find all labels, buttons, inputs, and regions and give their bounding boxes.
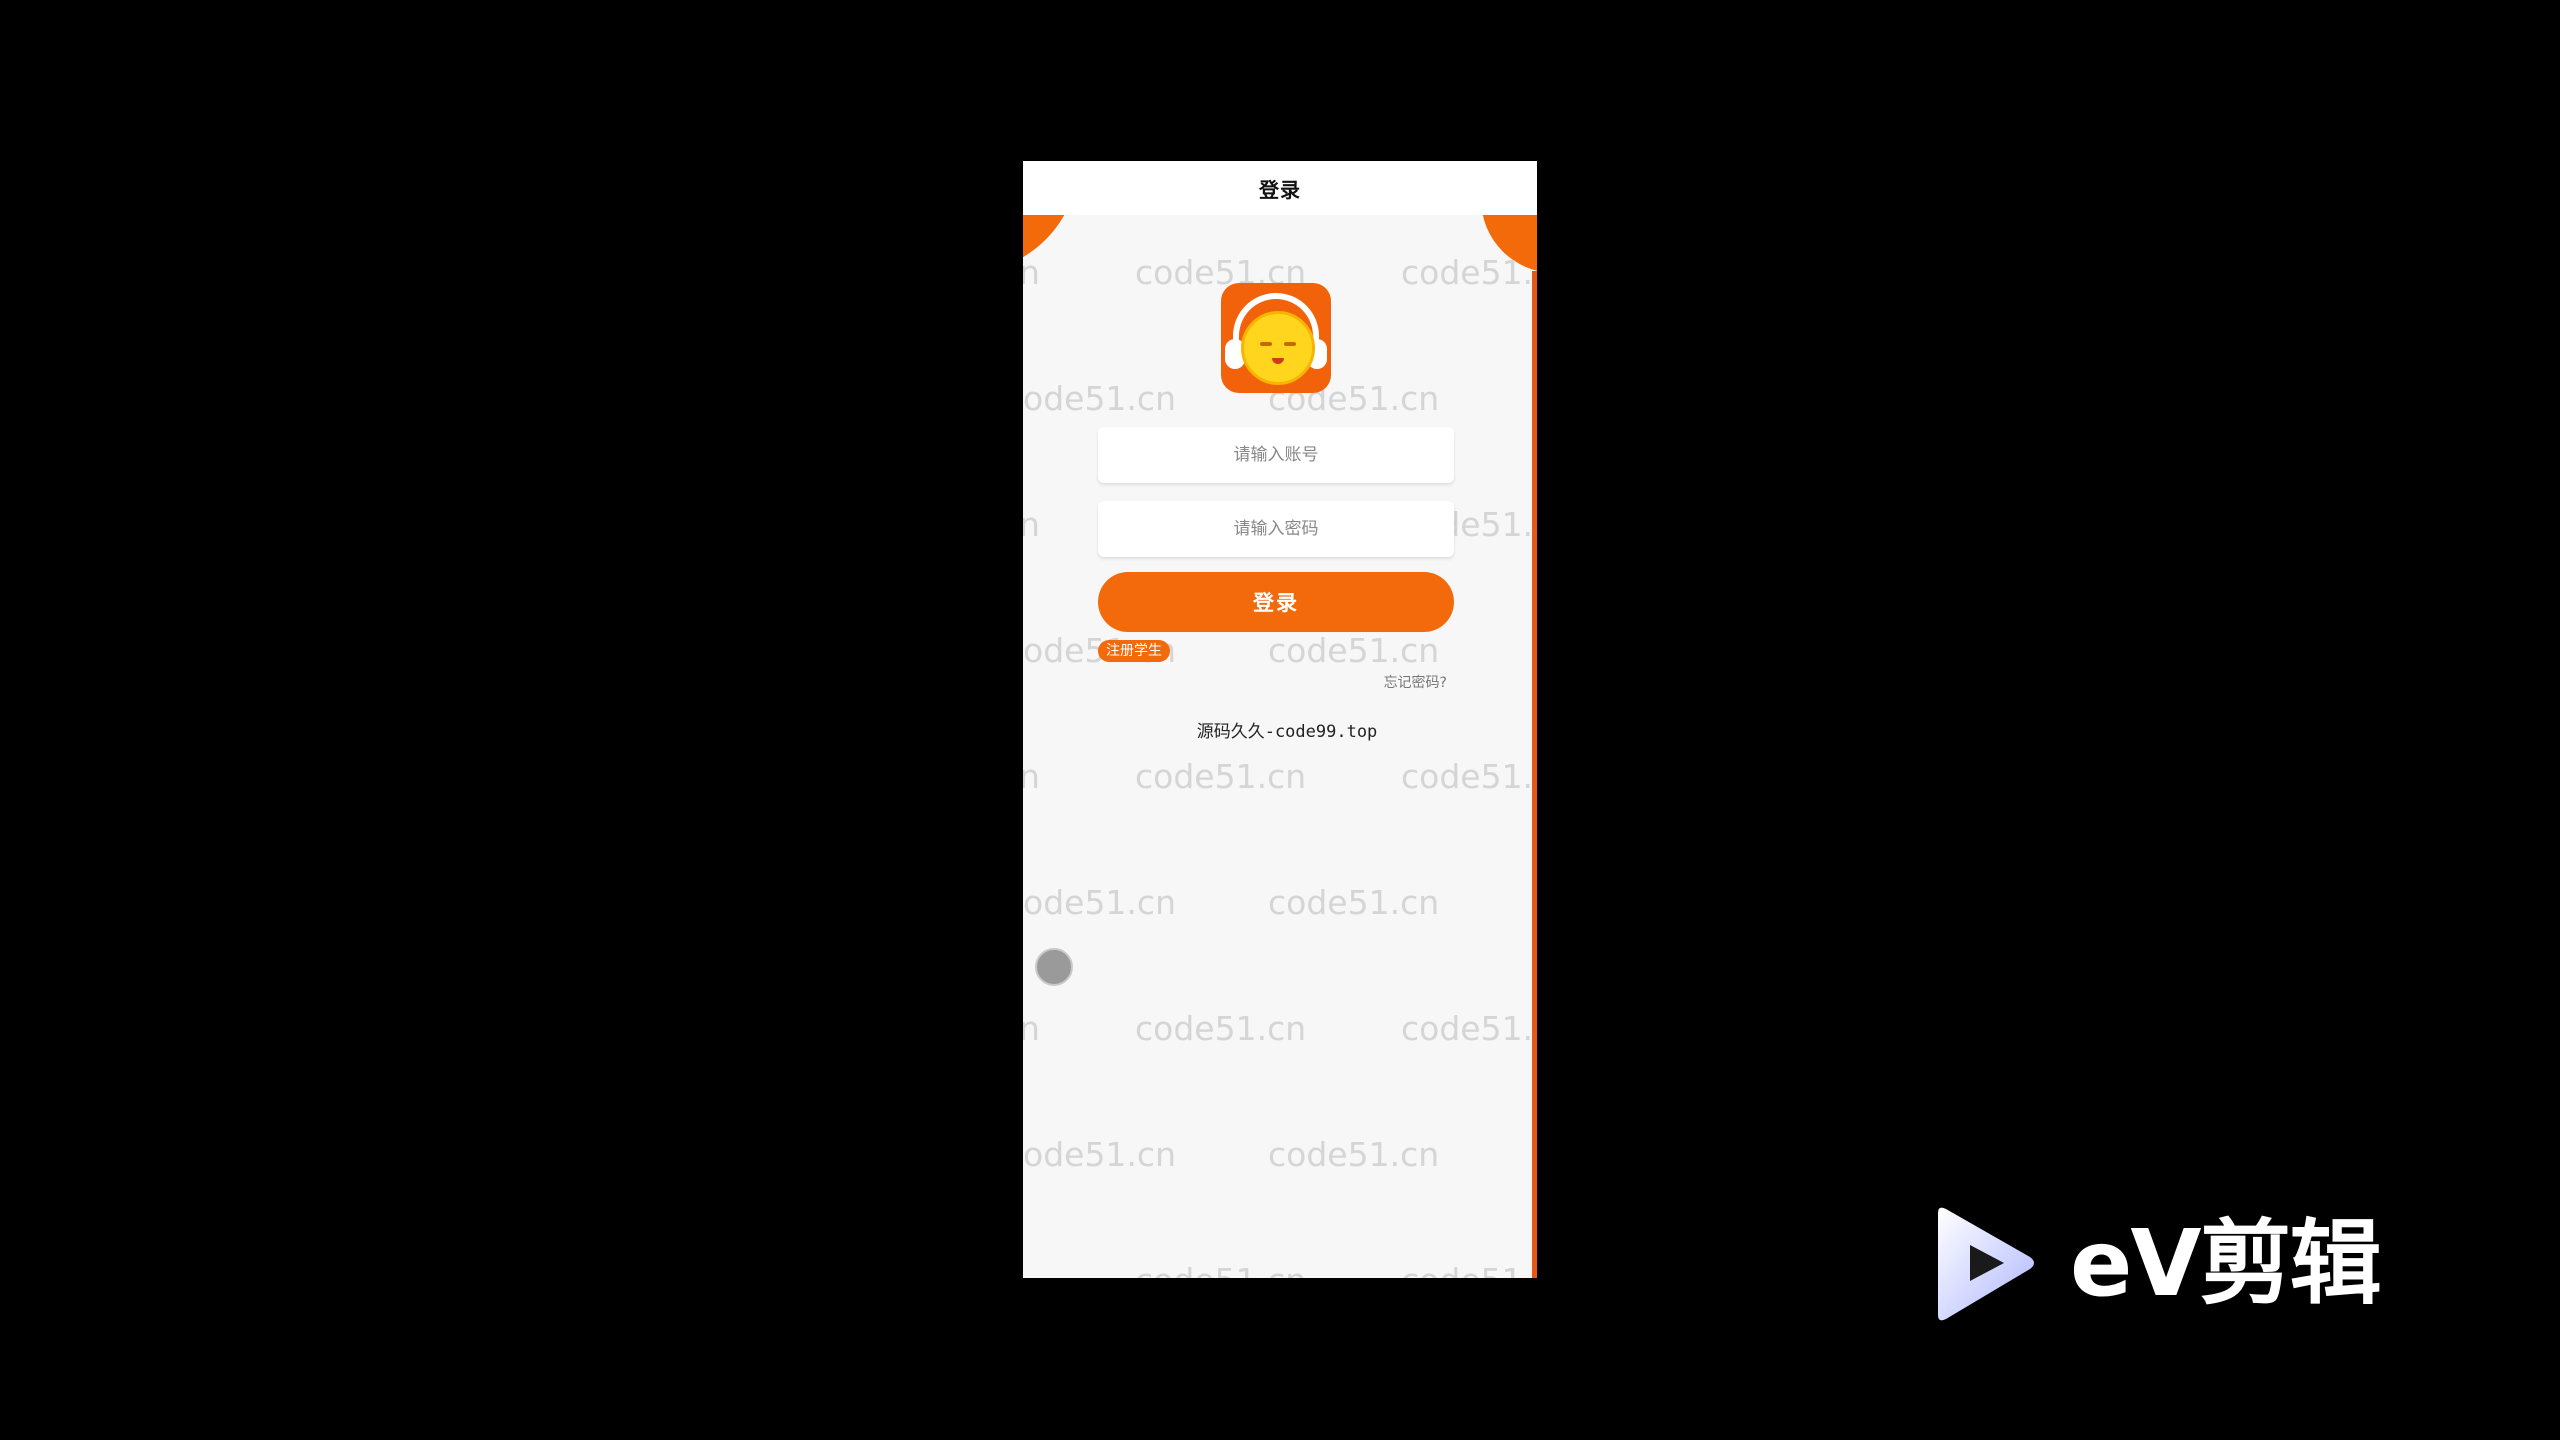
register-student-link[interactable]: 注册学生 xyxy=(1098,640,1170,662)
watermark: code51.cn xyxy=(1268,631,1440,670)
watermark: n xyxy=(1023,253,1040,292)
watermark: code51.cn xyxy=(1268,1135,1440,1174)
watermark: code51.cn xyxy=(1135,757,1307,796)
ev-brand-logo: eV剪辑 xyxy=(1930,1205,2430,1325)
watermark: n xyxy=(1023,1009,1040,1048)
sun-face-icon xyxy=(1241,311,1315,385)
touch-indicator xyxy=(1035,948,1073,986)
navigation-bar: 登录 xyxy=(1023,161,1537,215)
account-input[interactable] xyxy=(1098,427,1454,483)
mouth-icon xyxy=(1272,358,1284,364)
phone-screen: 登录 n code51.cn code51. ode51.cn code51.c… xyxy=(1023,161,1537,1278)
watermark: ode51.cn xyxy=(1023,1135,1176,1174)
watermark: code51. xyxy=(1401,757,1534,796)
app-logo xyxy=(1221,283,1331,393)
forgot-password-link[interactable]: 忘记密码? xyxy=(1384,672,1447,692)
watermark: ode51.cn xyxy=(1023,883,1176,922)
play-triangle-icon xyxy=(1938,1207,2034,1321)
watermark: code51.cn xyxy=(1268,883,1440,922)
page-title: 登录 xyxy=(1259,177,1301,202)
eye-right-icon xyxy=(1284,342,1296,346)
watermark: n xyxy=(1023,505,1040,544)
source-credit-text: 源码久久-code99.top xyxy=(1196,722,1378,742)
watermark: n xyxy=(1023,757,1040,796)
brand-text: eV剪辑 xyxy=(2070,1210,2382,1317)
watermark: code51.cn xyxy=(1135,1009,1307,1048)
login-button[interactable]: 登录 xyxy=(1098,572,1454,632)
watermark: code51. xyxy=(1401,1009,1534,1048)
password-input[interactable] xyxy=(1098,501,1454,557)
watermark: code51.cn xyxy=(1135,1261,1306,1278)
watermark: ode51.cn xyxy=(1023,379,1176,418)
watermark: code51. xyxy=(1401,1261,1533,1278)
eye-left-icon xyxy=(1260,342,1272,346)
edge-decoration-right xyxy=(1532,271,1537,1278)
video-frame: 登录 n code51.cn code51. ode51.cn code51.c… xyxy=(0,0,2560,1440)
